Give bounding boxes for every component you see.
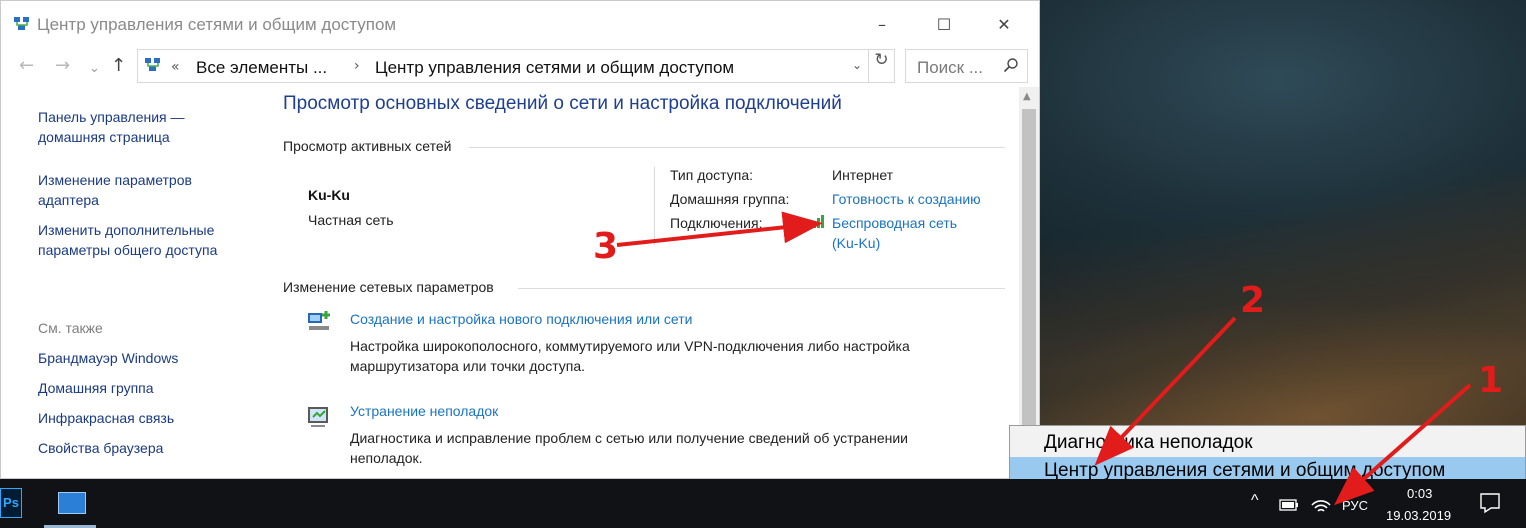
sidebar-link-firewall[interactable]: Брандмауэр Windows — [38, 348, 178, 368]
sidebar-link-infrared[interactable]: Инфракрасная связь — [38, 408, 174, 428]
new-connection-icon — [308, 311, 330, 330]
troubleshoot-desc-line1: Диагностика и исправление проблем с сеть… — [350, 430, 908, 446]
network-center-window: Центр управления сетями и общим доступом… — [0, 0, 1040, 480]
network-type: Частная сеть — [308, 212, 394, 228]
network-name: Ku-Ku — [308, 187, 350, 203]
clock-time[interactable]: 0:03 — [1407, 486, 1432, 501]
title-bar[interactable]: Центр управления сетями и общим доступом… — [1, 1, 1039, 47]
address-row: ← → ⌄ ↑ « Все элементы ... › Центр управ… — [1, 47, 1039, 87]
clock-date[interactable]: 19.03.2019 — [1386, 508, 1451, 523]
sidebar-link-adapter-line2: адаптера — [38, 192, 99, 208]
wifi-signal-icon — [809, 215, 824, 228]
address-bar[interactable]: « Все элементы ... › Центр управления се… — [137, 49, 869, 83]
sidebar-link-home[interactable]: Панель управления — домашняя страница — [38, 107, 185, 147]
sidebar-link-home-line2: домашняя страница — [38, 129, 170, 145]
homegroup-link[interactable]: Готовность к созданию — [832, 189, 981, 209]
page-title: Просмотр основных сведений о сети и наст… — [283, 93, 842, 114]
mountain-ridge — [1040, 153, 1526, 470]
breadcrumb-network-center[interactable]: Центр управления сетями и общим доступом — [375, 58, 734, 78]
new-connection-desc-line2: маршрутизатора или точки доступа. — [350, 358, 586, 374]
troubleshoot-icon — [308, 407, 328, 427]
battery-icon[interactable] — [1279, 499, 1299, 511]
access-type-value: Интернет — [832, 167, 894, 183]
taskbar: Ps ^ РУС 0:03 19.03.2019 — [0, 479, 1526, 528]
homegroup-label: Домашняя группа: — [670, 191, 790, 207]
section-divider — [518, 288, 1005, 289]
refresh-button[interactable]: ↻ — [869, 49, 895, 83]
search-placeholder: Поиск ... — [917, 58, 983, 77]
network-context-menu: Диагностика неполадок Центр управления с… — [1009, 425, 1526, 487]
up-arrow-icon[interactable]: ↑ — [111, 55, 126, 77]
connections-label: Подключения: — [670, 215, 763, 231]
main-content: Просмотр основных сведений о сети и наст… — [263, 87, 1019, 480]
sidebar-link-sharing-line1: Изменить дополнительные — [38, 222, 215, 238]
sidebar-link-homegroup[interactable]: Домашняя группа — [38, 378, 154, 398]
breadcrumb-overflow[interactable]: « — [171, 59, 180, 75]
photoshop-icon[interactable]: Ps — [0, 488, 22, 518]
menu-item-troubleshoot[interactable]: Диагностика неполадок — [1010, 429, 1525, 457]
search-icon[interactable] — [1003, 57, 1019, 73]
new-connection-desc-line1: Настройка широкополосного, коммутируемог… — [350, 338, 910, 354]
search-input[interactable]: Поиск ... — [905, 49, 1028, 83]
sidebar-link-sharing-line2: параметры общего доступа — [38, 242, 218, 258]
sidebar-link-browser-props[interactable]: Свойства браузера — [38, 438, 163, 458]
wireless-connection-link[interactable]: Беспроводная сеть (Ku-Ku) — [832, 213, 957, 253]
breadcrumb-all-items[interactable]: Все элементы ... — [196, 58, 327, 78]
see-also-heading: См. также — [38, 320, 103, 336]
sidebar-link-adapter-line1: Изменение параметров — [38, 172, 192, 188]
language-indicator[interactable]: РУС — [1342, 498, 1368, 513]
back-arrow-icon[interactable]: ← — [19, 55, 34, 77]
troubleshoot-desc-line2: неполадок. — [350, 450, 423, 466]
sidebar-link-sharing[interactable]: Изменить дополнительные параметры общего… — [38, 220, 217, 260]
network-center-icon — [145, 58, 160, 71]
forward-arrow-icon[interactable]: → — [55, 55, 70, 77]
troubleshoot-link[interactable]: Устранение неполадок — [350, 403, 498, 419]
new-connection-link[interactable]: Создание и настройка нового подключения … — [350, 311, 692, 327]
maximize-button[interactable]: ☐ — [921, 11, 967, 39]
control-panel-icon[interactable] — [58, 492, 86, 514]
notifications-icon[interactable] — [1479, 492, 1501, 514]
vertical-scrollbar[interactable]: ▲ — [1019, 87, 1039, 480]
recent-locations-icon[interactable]: ⌄ — [89, 58, 100, 80]
wireless-connection-line1: Беспроводная сеть — [832, 215, 958, 231]
sidebar-link-home-line1: Панель управления — — [38, 109, 185, 125]
address-dropdown-icon[interactable]: ⌄ — [852, 58, 862, 72]
show-hidden-icons-icon[interactable]: ^ — [1251, 492, 1259, 510]
breadcrumb-separator[interactable]: › — [354, 58, 360, 74]
sidebar: Панель управления — домашняя страница Из… — [1, 87, 263, 480]
window-title: Центр управления сетями и общим доступом — [37, 15, 397, 34]
access-type-label: Тип доступа: — [670, 167, 754, 183]
change-settings-heading: Изменение сетевых параметров — [283, 279, 494, 295]
section-divider — [469, 147, 1005, 148]
vertical-divider — [654, 167, 655, 245]
active-networks-heading: Просмотр активных сетей — [283, 138, 452, 154]
network-center-icon — [14, 17, 29, 30]
sidebar-link-adapter[interactable]: Изменение параметров адаптера — [38, 170, 192, 210]
wireless-connection-line2: (Ku-Ku) — [832, 235, 881, 251]
wifi-icon[interactable] — [1310, 493, 1332, 513]
scroll-up-icon[interactable]: ▲ — [1023, 91, 1031, 102]
close-button[interactable]: ✕ — [981, 11, 1027, 39]
minimize-button[interactable]: – — [859, 11, 905, 39]
